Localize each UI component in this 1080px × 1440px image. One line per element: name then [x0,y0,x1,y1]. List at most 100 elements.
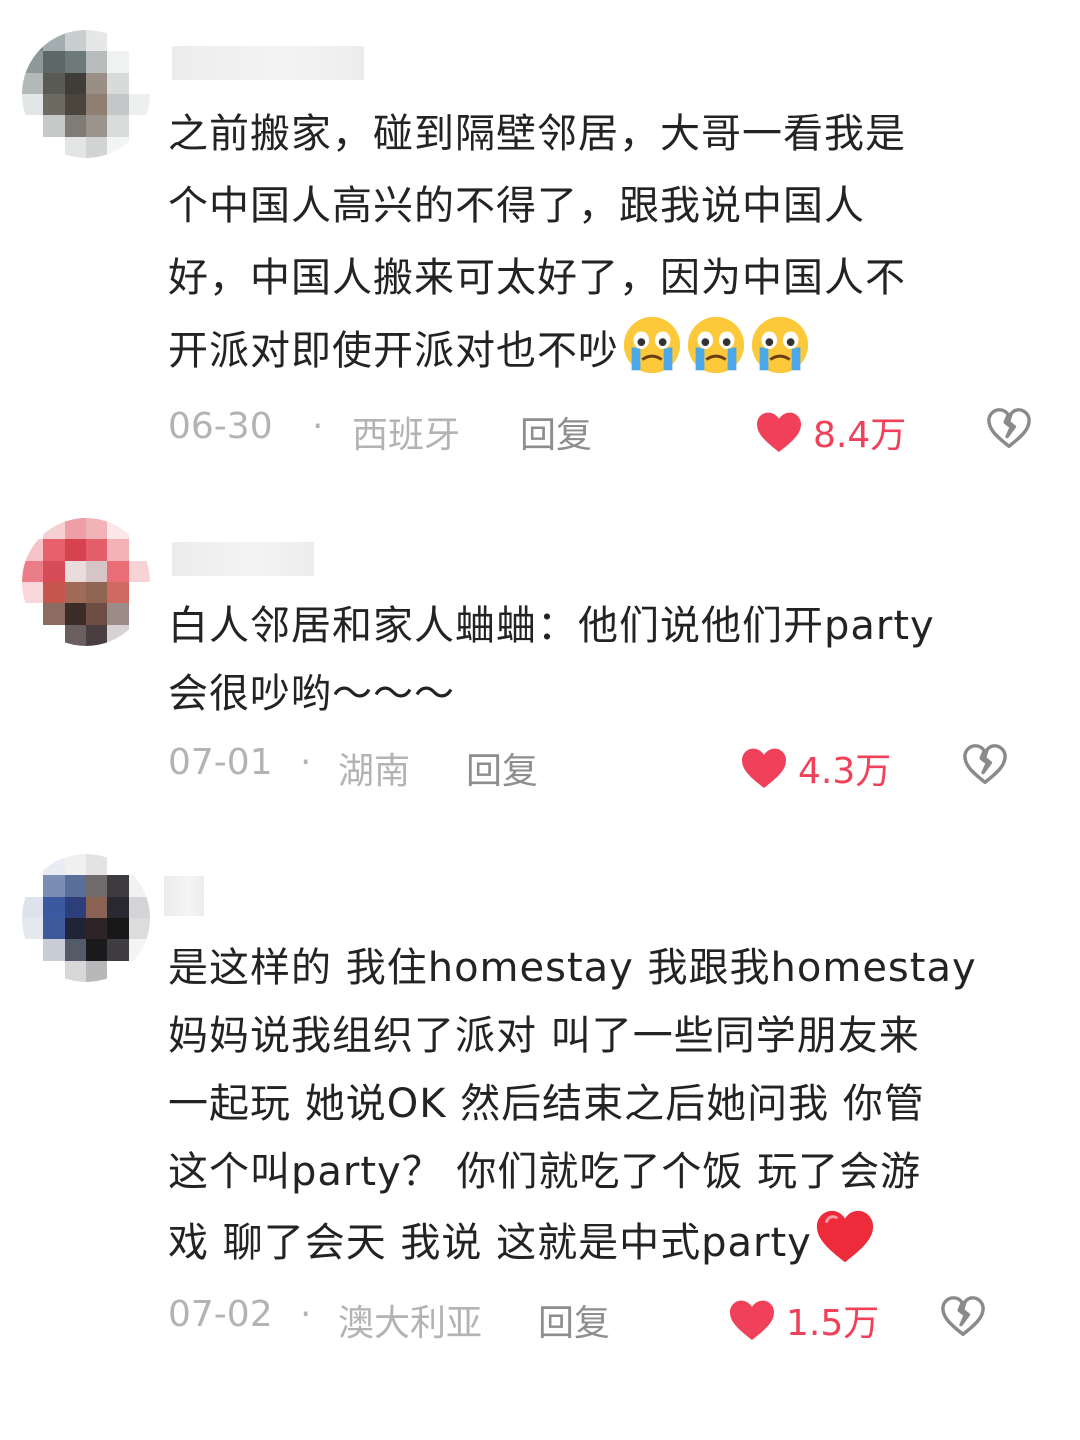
like-button[interactable]: 8.4万 [755,406,925,456]
avatar[interactable] [22,518,150,646]
meta-separator: · [312,406,324,447]
avatar-mosaic-cell [22,939,44,961]
avatar-mosaic-cell [64,582,86,604]
avatar-mosaic-cell [128,918,150,940]
avatar-mosaic-cell [128,518,150,540]
avatar-mosaic-cell [86,854,108,876]
avatar-mosaic-cell [107,939,129,961]
comment-text-line: 好，中国人搬来可太好了，因为中国人不 [168,255,906,301]
avatar-mosaic-cell [43,582,65,604]
like-button[interactable]: 1.5万 [728,1294,888,1344]
comment-text-line: 这个叫party？ 你们就吃了个饭 玩了会游 [168,1149,922,1195]
comment-text-line-text: 开派对即使开派对也不吵 [168,328,619,374]
comment-location: 湖南 [338,751,411,792]
avatar-mosaic-cell [107,94,129,116]
reply-button[interactable]: 回复 [538,1294,610,1346]
avatar-mosaic-cell [43,136,65,158]
avatar-mosaic-cell [22,624,44,646]
meta-separator: · [300,742,312,783]
avatar-mosaic-cell [22,854,44,876]
avatar-mosaic-cell [22,960,44,982]
avatar-mosaic-cell [86,918,108,940]
crying-face-icon [623,316,681,374]
crying-face-icon [687,316,745,374]
avatar-mosaic-cell [86,94,108,116]
avatar-mosaic-cell [107,115,129,137]
avatar-mosaic-cell [64,603,86,625]
avatar-mosaic-cell [86,115,108,137]
avatar-mosaic-cell [64,115,86,137]
avatar-mosaic-cell [128,875,150,897]
heart-filled-icon [742,748,786,788]
username-blurred[interactable] [164,876,204,916]
avatar-mosaic-cell [128,136,150,158]
heart-filled-icon [730,1300,774,1340]
comment-text-line: 个中国人高兴的不得了，跟我说中国人 [168,183,865,229]
avatar-mosaic-cell [128,94,150,116]
crying-face-icon [751,316,809,374]
avatar-mosaic-cell [86,939,108,961]
avatar-mosaic-cell [128,72,150,94]
avatar-mosaic-cell [86,560,108,582]
avatar-mosaic-cell [43,115,65,137]
username-blurred[interactable] [172,46,364,80]
avatar-mosaic-cell [128,939,150,961]
avatar-mosaic-cell [64,30,86,52]
avatar-mosaic-cell [43,560,65,582]
avatar-mosaic-cell [107,30,129,52]
username-blurred[interactable] [172,542,314,576]
avatar-mosaic-cell [43,875,65,897]
avatar-mosaic-cell [43,94,65,116]
comment-location: 澳大利亚 [338,1303,483,1344]
avatar-mosaic-cell [64,854,86,876]
avatar-mosaic-cell [64,51,86,73]
avatar-mosaic-cell [22,582,44,604]
avatar-mosaic-cell [43,624,65,646]
avatar-mosaic-cell [43,854,65,876]
avatar-mosaic-cell [86,51,108,73]
avatar-mosaic-cell [107,582,129,604]
like-count: 8.4万 [813,415,907,456]
avatar-mosaic-cell [64,560,86,582]
avatar-mosaic-cell [43,918,65,940]
avatar-mosaic-cell [64,72,86,94]
avatar-mosaic-cell [64,896,86,918]
avatar-mosaic-cell [22,539,44,561]
red-heart-icon [816,1210,873,1263]
avatar-mosaic-cell [22,136,44,158]
avatar-mosaic-cell [128,582,150,604]
avatar-mosaic-cell [128,560,150,582]
avatar-mosaic-cell [86,875,108,897]
comment-text-line: 之前搬家，碰到隔壁邻居，大哥一看我是 [168,111,906,157]
broken-heart-icon[interactable] [986,406,1032,452]
like-button[interactable]: 4.3万 [740,742,900,792]
avatar-mosaic-cell [64,94,86,116]
broken-heart-icon[interactable] [940,1294,986,1340]
reply-button[interactable]: 回复 [520,406,592,458]
avatar-mosaic-cell [43,960,65,982]
avatar-mosaic-cell [107,624,129,646]
comment-date: 07-02 [168,1294,273,1335]
heart-filled-icon [757,412,801,452]
avatar-mosaic-cell [107,518,129,540]
avatar-mosaic-cell [86,539,108,561]
avatar-mosaic-cell [64,918,86,940]
comment-text: 之前搬家，碰到隔壁邻居，大哥一看我是 个中国人高兴的不得了，跟我说中国人 好，中… [168,98,1028,387]
avatar-mosaic-cell [43,51,65,73]
comment-text-line: 一起玩 她说OK 然后结束之后她问我 你管 [168,1081,925,1127]
avatar-mosaic-cell [64,136,86,158]
avatar-mosaic-cell [86,136,108,158]
avatar-mosaic-cell [128,896,150,918]
avatar[interactable] [22,854,150,982]
avatar-mosaic-cell [43,72,65,94]
avatar-mosaic-cell [64,939,86,961]
avatar-mosaic-cell [86,582,108,604]
avatar-mosaic-cell [128,30,150,52]
avatar[interactable] [22,30,150,158]
reply-button[interactable]: 回复 [466,742,538,794]
comment-text-line: 戏 聊了会天 我说 这就是中式party [168,1206,1028,1277]
avatar-mosaic-cell [43,518,65,540]
comment-text-line: 白人邻居和家人蛐蛐：他们说他们开party [168,603,935,649]
like-count: 1.5万 [786,1303,880,1344]
broken-heart-icon[interactable] [962,742,1008,788]
